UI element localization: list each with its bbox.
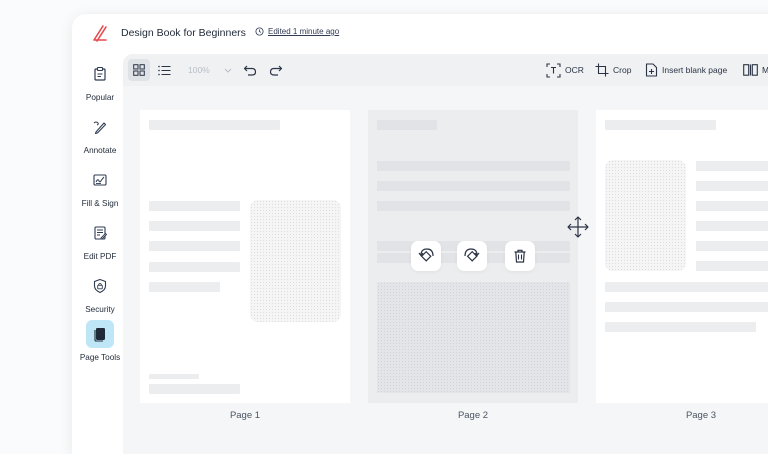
text-placeholder	[149, 374, 199, 379]
title-bar: Design Book for Beginners Edited 1 minut…	[72, 14, 768, 54]
sidebar-item-label: Annotate	[83, 146, 117, 155]
grid-view-button[interactable]	[128, 59, 150, 81]
drag-move-handle[interactable]	[566, 215, 590, 239]
sidebar-item-label: Fill & Sign	[81, 199, 119, 208]
text-placeholder	[377, 181, 570, 191]
rotate-left-icon	[418, 248, 434, 262]
text-placeholder	[377, 201, 570, 211]
edited-timestamp[interactable]: Edited 1 minute ago	[268, 27, 339, 36]
merge-button[interactable]: M	[743, 54, 768, 86]
sidebar-item-fill-sign[interactable]: Fill & Sign	[72, 166, 128, 208]
page-tools-canvas: 100% OCR Crop Insert blank page M Page 1…	[123, 54, 768, 454]
text-placeholder	[696, 241, 768, 251]
toolbar: 100% OCR Crop Insert blank page M	[123, 54, 768, 86]
text-placeholder	[696, 261, 768, 271]
sidebar-item-label: Security	[85, 305, 115, 314]
sidebar-item-label: Edit PDF	[83, 252, 117, 261]
text-placeholder	[696, 201, 768, 211]
edit-history-link[interactable]: Edited 1 minute ago	[255, 27, 339, 36]
insert-blank-page-label: Insert blank page	[662, 65, 728, 75]
rotate-left-button[interactable]	[411, 241, 441, 271]
tool-sidebar: Popular Annotate Fill & Sign Edit PDF Se…	[72, 54, 124, 454]
undo-button[interactable]	[243, 54, 257, 86]
text-placeholder	[605, 322, 756, 332]
app-logo-icon	[93, 25, 107, 42]
clipboard-icon	[86, 60, 114, 88]
sidebar-item-page-tools[interactable]: Page Tools	[72, 320, 128, 362]
page-thumbnail-3[interactable]	[596, 110, 768, 403]
undo-icon	[243, 65, 257, 76]
edit-document-icon	[86, 219, 114, 247]
delete-page-button[interactable]	[505, 241, 535, 271]
text-placeholder	[149, 201, 240, 211]
text-placeholder	[605, 302, 768, 312]
rotate-right-button[interactable]	[457, 241, 487, 271]
shield-lock-icon	[86, 272, 114, 300]
add-page-icon	[645, 63, 658, 77]
app-window: Design Book for Beginners Edited 1 minut…	[72, 14, 768, 454]
ocr-scan-icon	[546, 62, 561, 78]
text-placeholder	[605, 120, 716, 130]
ocr-button[interactable]: OCR	[546, 54, 584, 86]
text-placeholder	[605, 282, 768, 292]
redo-icon	[269, 65, 283, 76]
page-thumbnail-1[interactable]	[140, 110, 350, 403]
list-icon	[158, 65, 171, 75]
document-title[interactable]: Design Book for Beginners	[121, 27, 246, 39]
signature-icon	[86, 166, 114, 194]
sidebar-item-label: Page Tools	[79, 353, 121, 362]
sidebar-item-label: Popular	[85, 93, 115, 102]
text-placeholder	[149, 282, 220, 292]
text-placeholder	[696, 181, 768, 191]
pages-icon	[86, 320, 114, 348]
text-placeholder	[696, 161, 768, 171]
crop-button[interactable]: Crop	[595, 54, 631, 86]
merge-icon	[743, 64, 758, 76]
sidebar-item-edit-pdf[interactable]: Edit PDF	[72, 219, 128, 261]
text-placeholder	[377, 161, 570, 171]
page-label-3: Page 3	[685, 410, 717, 421]
trash-icon	[514, 249, 526, 263]
merge-label: M	[762, 65, 768, 75]
text-placeholder	[149, 120, 280, 130]
image-placeholder	[605, 160, 686, 271]
crop-label: Crop	[613, 65, 632, 75]
list-view-button[interactable]	[158, 54, 171, 86]
text-placeholder	[149, 262, 240, 272]
chevron-down-icon	[224, 68, 232, 73]
grid-icon	[133, 64, 145, 76]
text-placeholder	[149, 241, 240, 251]
insert-blank-page-button[interactable]: Insert blank page	[645, 54, 727, 86]
clock-icon	[255, 27, 264, 36]
text-placeholder	[696, 221, 768, 231]
move-icon	[567, 216, 589, 238]
ocr-label: OCR	[565, 65, 584, 75]
page-label-1: Page 1	[229, 410, 261, 421]
zoom-value: 100%	[188, 65, 210, 75]
text-placeholder	[149, 221, 240, 231]
page-label-2: Page 2	[457, 410, 489, 421]
text-placeholder	[149, 384, 240, 394]
sidebar-item-security[interactable]: Security	[72, 272, 128, 314]
zoom-select[interactable]: 100%	[188, 54, 232, 86]
rotate-right-icon	[464, 248, 480, 262]
redo-button[interactable]	[269, 54, 283, 86]
crop-icon	[595, 63, 609, 77]
sidebar-item-annotate[interactable]: Annotate	[72, 113, 128, 155]
image-placeholder	[377, 282, 570, 393]
annotate-pen-icon	[86, 113, 114, 141]
sidebar-item-popular[interactable]: Popular	[72, 60, 128, 102]
text-placeholder	[377, 120, 437, 130]
image-placeholder	[250, 200, 341, 322]
